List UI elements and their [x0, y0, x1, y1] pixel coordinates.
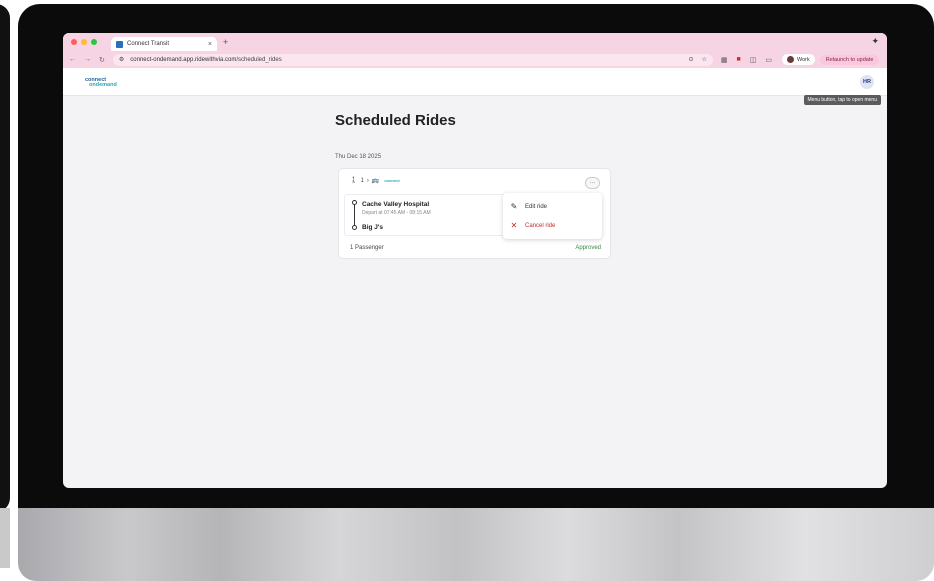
- tab-connect-transit[interactable]: Connect Transit ×: [111, 37, 217, 51]
- trip-details: Cache Valley Hospital Depart at 07:45 AM…: [344, 194, 524, 236]
- user-menu-button[interactable]: HR: [860, 75, 874, 89]
- origin-pin-icon: [352, 200, 357, 205]
- logo-bottom: ondemand: [89, 82, 117, 88]
- close-icon: ✕: [510, 221, 518, 230]
- extension-icon[interactable]: ▦: [721, 56, 728, 64]
- provider-logo: connect: [384, 178, 400, 183]
- adjacent-device: [0, 4, 10, 512]
- minimize-window-button[interactable]: [81, 39, 87, 45]
- page-title: Scheduled Rides: [335, 112, 456, 129]
- sparkle-icon[interactable]: ✦: [871, 36, 879, 47]
- relaunch-button[interactable]: Relaunch to update: [819, 54, 880, 65]
- site-info-icon[interactable]: ⚙: [119, 56, 124, 63]
- url-host: connect-ondemand.app.ridewithvia.com: [130, 56, 237, 63]
- pencil-icon: ✎: [510, 202, 518, 211]
- url-path: /scheduled_rides: [236, 56, 282, 63]
- record-icon[interactable]: ■: [737, 56, 741, 63]
- puzzle-icon[interactable]: ◫: [750, 56, 757, 64]
- status-badge: Approved: [575, 245, 601, 251]
- walk-count: 1: [360, 177, 364, 184]
- cancel-ride-menu-item[interactable]: ✕ Cancel ride: [510, 221, 556, 230]
- browser-window: Connect Transit × + ✦ ← → ↻ ⚙ connect-on…: [63, 33, 887, 488]
- profile-label: Work: [796, 56, 810, 63]
- ride-date: Thu Dec 18 2025: [335, 154, 382, 160]
- extension-icons: ▦ ■ ◫ ▭: [721, 56, 772, 64]
- star-icon[interactable]: ☆: [701, 56, 706, 63]
- back-icon[interactable]: ←: [69, 56, 76, 64]
- maximize-window-button[interactable]: [91, 39, 97, 45]
- new-tab-button[interactable]: +: [223, 37, 228, 47]
- destination-name: Big J's: [362, 224, 384, 231]
- adjacent-device-base: [0, 508, 10, 568]
- tab-close-icon[interactable]: ×: [208, 41, 212, 48]
- address-bar-row: ← → ↻ ⚙ connect-ondemand.app.ridewithvia…: [63, 51, 887, 68]
- destination-pin-icon: [352, 225, 357, 230]
- sidebar-icon[interactable]: ▭: [765, 56, 772, 64]
- nav-buttons: ← → ↻: [69, 56, 105, 64]
- profile-button[interactable]: Work: [781, 54, 815, 65]
- ride-modes: 🚶 1 › 🚌 connect: [350, 177, 400, 185]
- depart-window: Depart at 07:45 AM - 08:15 AM: [362, 210, 431, 216]
- edit-ride-label: Edit ride: [525, 203, 548, 210]
- app-header: connect ondemand HR: [63, 68, 887, 96]
- location-icon[interactable]: ⊙: [688, 56, 693, 63]
- connect-logo[interactable]: connect ondemand: [85, 77, 117, 88]
- tab-bar: Connect Transit × + ✦: [63, 33, 887, 51]
- ride-options-menu: ✎ Edit ride ✕ Cancel ride: [503, 193, 602, 239]
- chevron-right-icon: ›: [366, 177, 369, 184]
- bus-icon: 🚌: [371, 178, 380, 184]
- origin-name: Cache Valley Hospital: [362, 201, 430, 208]
- reload-icon[interactable]: ↻: [99, 56, 105, 64]
- tab-title: Connect Transit: [127, 41, 170, 47]
- more-options-button[interactable]: ···: [585, 177, 600, 189]
- passenger-count: 1 Passenger: [350, 245, 384, 251]
- url-input[interactable]: ⚙ connect-ondemand.app.ridewithvia.com /…: [112, 53, 713, 66]
- profile-avatar: [786, 56, 794, 63]
- menu-tooltip: Menu button, tap to open menu: [803, 95, 881, 105]
- monitor-stand: [18, 508, 934, 581]
- photo-scene: Connect Transit × + ✦ ← → ↻ ⚙ connect-on…: [0, 0, 934, 581]
- favicon-icon: [116, 40, 123, 48]
- walk-icon: 🚶: [350, 178, 358, 184]
- window-controls: [71, 39, 97, 45]
- route-line: [354, 204, 355, 226]
- close-window-button[interactable]: [71, 39, 77, 45]
- forward-icon[interactable]: →: [84, 56, 91, 64]
- edit-ride-menu-item[interactable]: ✎ Edit ride: [510, 202, 547, 211]
- cancel-ride-label: Cancel ride: [525, 222, 556, 229]
